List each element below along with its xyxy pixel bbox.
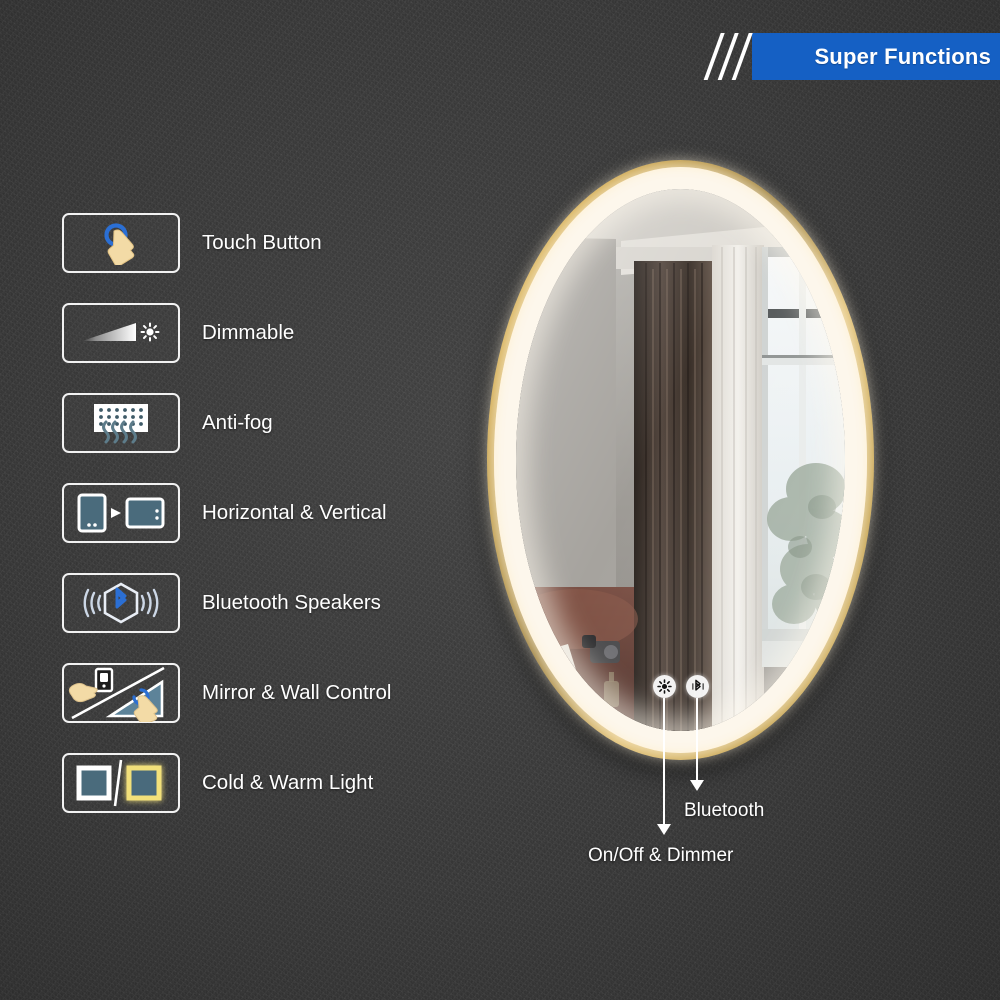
banner-diagonal-stripes-icon [698,33,758,80]
led-oval-mirror [487,160,874,760]
feature-label-orientation: Horizontal & Vertical [202,501,387,524]
feature-icon-box-mirror-wall [62,663,180,723]
callout-arrowhead-dimmer [657,824,671,835]
feature-row-anti-fog: Anti-fog [62,378,482,468]
dimmer-gradient-icon [82,322,160,342]
reflection-scene [516,189,845,731]
touch-button-dimmer[interactable] [653,675,676,698]
feature-label-dimmable: Dimmable [202,321,295,344]
feature-icon-box-cold-warm [62,753,180,813]
feature-icon-box-orientation [62,483,180,543]
feature-row-bluetooth: Bluetooth Speakers [62,558,482,648]
bluetooth-speaker-icon [83,582,159,624]
feature-label-mirror-wall: Mirror & Wall Control [202,681,392,704]
callout-leader-bluetooth [696,698,698,782]
feature-label-anti-fog: Anti-fog [202,411,273,434]
callout-label-bluetooth: Bluetooth [684,800,765,821]
feature-icon-box-anti-fog [62,393,180,453]
feature-icon-box-touch-button [62,213,180,273]
mirror-wall-control-icon [68,666,165,722]
mirror-glass-reflection [516,189,845,731]
brightness-sun-icon [657,679,672,694]
feature-row-touch-button: Touch Button [62,198,482,288]
feature-row-orientation: Horizontal & Vertical [62,468,482,558]
feature-icon-box-bluetooth [62,573,180,633]
callout-arrowhead-bluetooth [690,780,704,791]
feature-label-cold-warm: Cold & Warm Light [202,771,374,794]
callout-label-dimmer: On/Off & Dimmer [588,845,734,866]
touch-button-icon [104,223,135,265]
horizontal-vertical-icon [77,493,165,533]
feature-row-cold-warm: Cold & Warm Light [62,738,482,828]
callout-leader-dimmer [663,698,665,826]
bluetooth-icon [691,679,704,691]
feature-label-bluetooth: Bluetooth Speakers [202,591,381,614]
feature-list: Touch Button Dimmable Anti-fog Horizonta… [62,198,482,828]
feature-icon-box-dimmable [62,303,180,363]
touch-button-bluetooth[interactable] [686,675,709,698]
feature-row-mirror-wall: Mirror & Wall Control [62,648,482,738]
feature-row-dimmable: Dimmable [62,288,482,378]
banner-stripe-group [701,33,1000,80]
header-banner: Super Functions [701,33,1000,80]
anti-fog-heater-icon [94,404,148,444]
cold-warm-light-icon [76,759,162,807]
feature-label-touch-button: Touch Button [202,231,322,254]
